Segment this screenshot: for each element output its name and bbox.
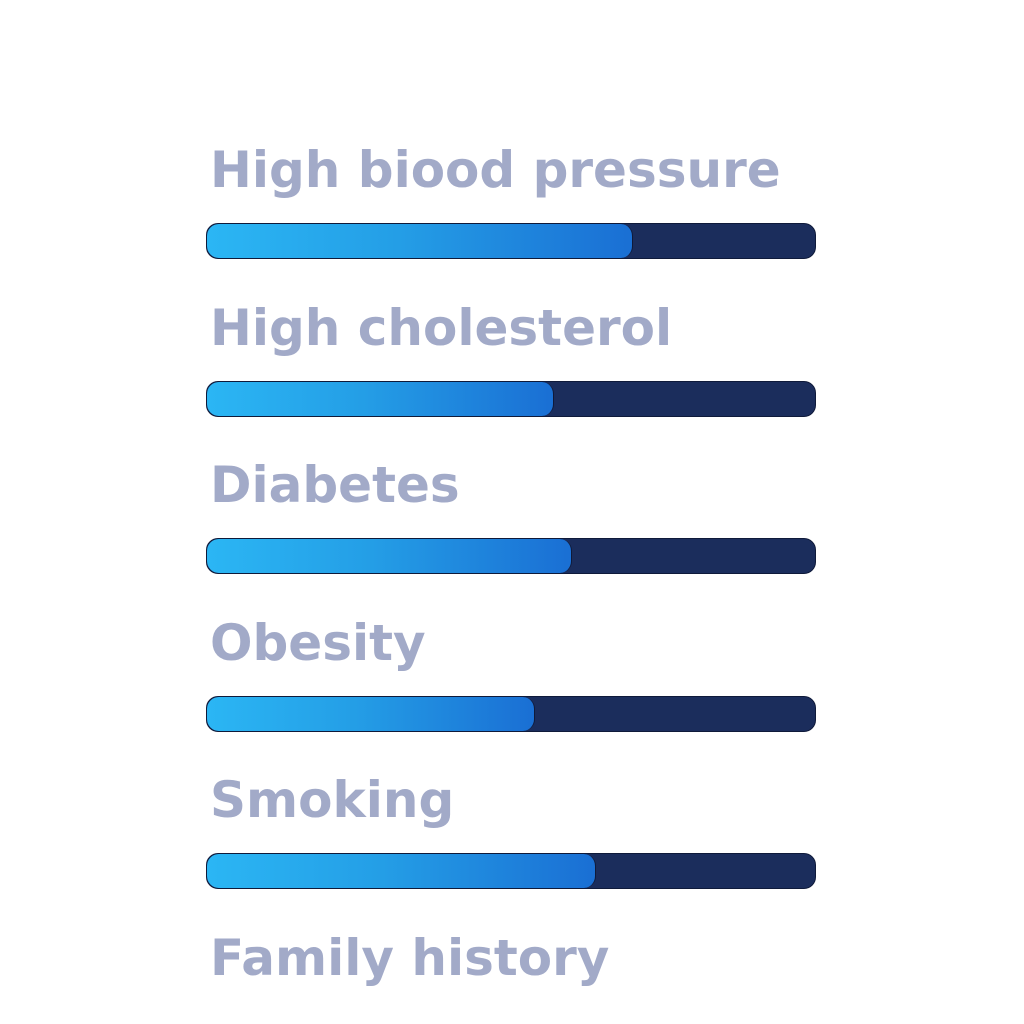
- bar-fill: [207, 696, 535, 731]
- bar-track: [206, 223, 816, 259]
- category-label: High biood pressure: [210, 141, 781, 199]
- risk-factor-bar-chart: High biood pressure High cholesterol Diabe…: [0, 0, 1024, 1024]
- bar-track: [206, 380, 816, 417]
- bar-track: [206, 695, 816, 732]
- bar-fill: [207, 854, 596, 888]
- bar-fill: [207, 539, 572, 573]
- bar-fill: [207, 381, 554, 416]
- bar-track: [206, 853, 816, 889]
- category-label: High cholesterol: [210, 298, 673, 357]
- category-label: Smoking: [210, 771, 455, 829]
- category-label: Diabetes: [210, 456, 460, 514]
- category-label: Family history: [210, 928, 610, 987]
- bar-fill: [207, 224, 633, 258]
- bar-track: [206, 538, 816, 574]
- category-label: Obesity: [210, 613, 426, 672]
